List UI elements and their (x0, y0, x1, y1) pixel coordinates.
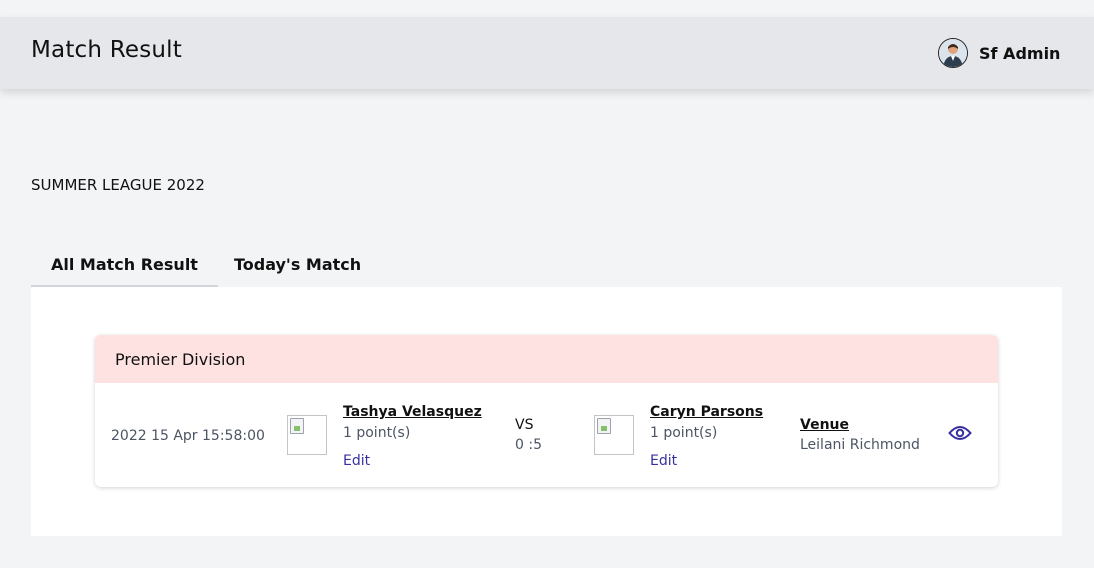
division-header: Premier Division (95, 335, 998, 383)
user-avatar-icon (939, 39, 967, 67)
home-team-points: 1 point(s) (343, 425, 411, 441)
avatar[interactable] (938, 38, 968, 68)
division-card: Premier Division 2022 15 Apr 15:58:00 Ta… (95, 335, 998, 487)
match-row: 2022 15 Apr 15:58:00 Tashya Velasquez 1 … (95, 383, 998, 487)
home-team-name[interactable]: Tashya Velasquez (343, 404, 482, 420)
match-datetime: 2022 15 Apr 15:58:00 (111, 428, 265, 444)
match-score: 0 :5 (515, 437, 542, 453)
view-match-button[interactable] (948, 423, 974, 443)
venue-label: Venue (800, 417, 849, 433)
venue-name: Leilani Richmond (800, 437, 920, 453)
broken-image-icon (290, 418, 304, 434)
tab-todays-match[interactable]: Today's Match (218, 244, 377, 285)
home-team-image (287, 415, 327, 455)
tab-bar: All Match Result Today's Match (31, 244, 377, 287)
division-name: Premier Division (115, 349, 246, 369)
user-menu[interactable]: Sf Admin (938, 37, 1060, 69)
eye-icon (948, 426, 972, 440)
broken-image-icon (597, 418, 611, 434)
top-strip (0, 0, 1094, 17)
page-title: Match Result (31, 37, 182, 63)
vs-label: VS (515, 417, 534, 433)
home-edit-link[interactable]: Edit (343, 453, 370, 469)
results-panel: Premier Division 2022 15 Apr 15:58:00 Ta… (31, 287, 1062, 536)
tab-all-match-result[interactable]: All Match Result (31, 244, 218, 287)
away-team-name[interactable]: Caryn Parsons (650, 404, 763, 420)
away-team-image (594, 415, 634, 455)
away-team-points: 1 point(s) (650, 425, 718, 441)
away-edit-link[interactable]: Edit (650, 453, 677, 469)
app-header: Match Result Sf Admin (0, 17, 1094, 89)
user-name[interactable]: Sf Admin (979, 44, 1060, 63)
league-title: SUMMER LEAGUE 2022 (31, 176, 205, 194)
